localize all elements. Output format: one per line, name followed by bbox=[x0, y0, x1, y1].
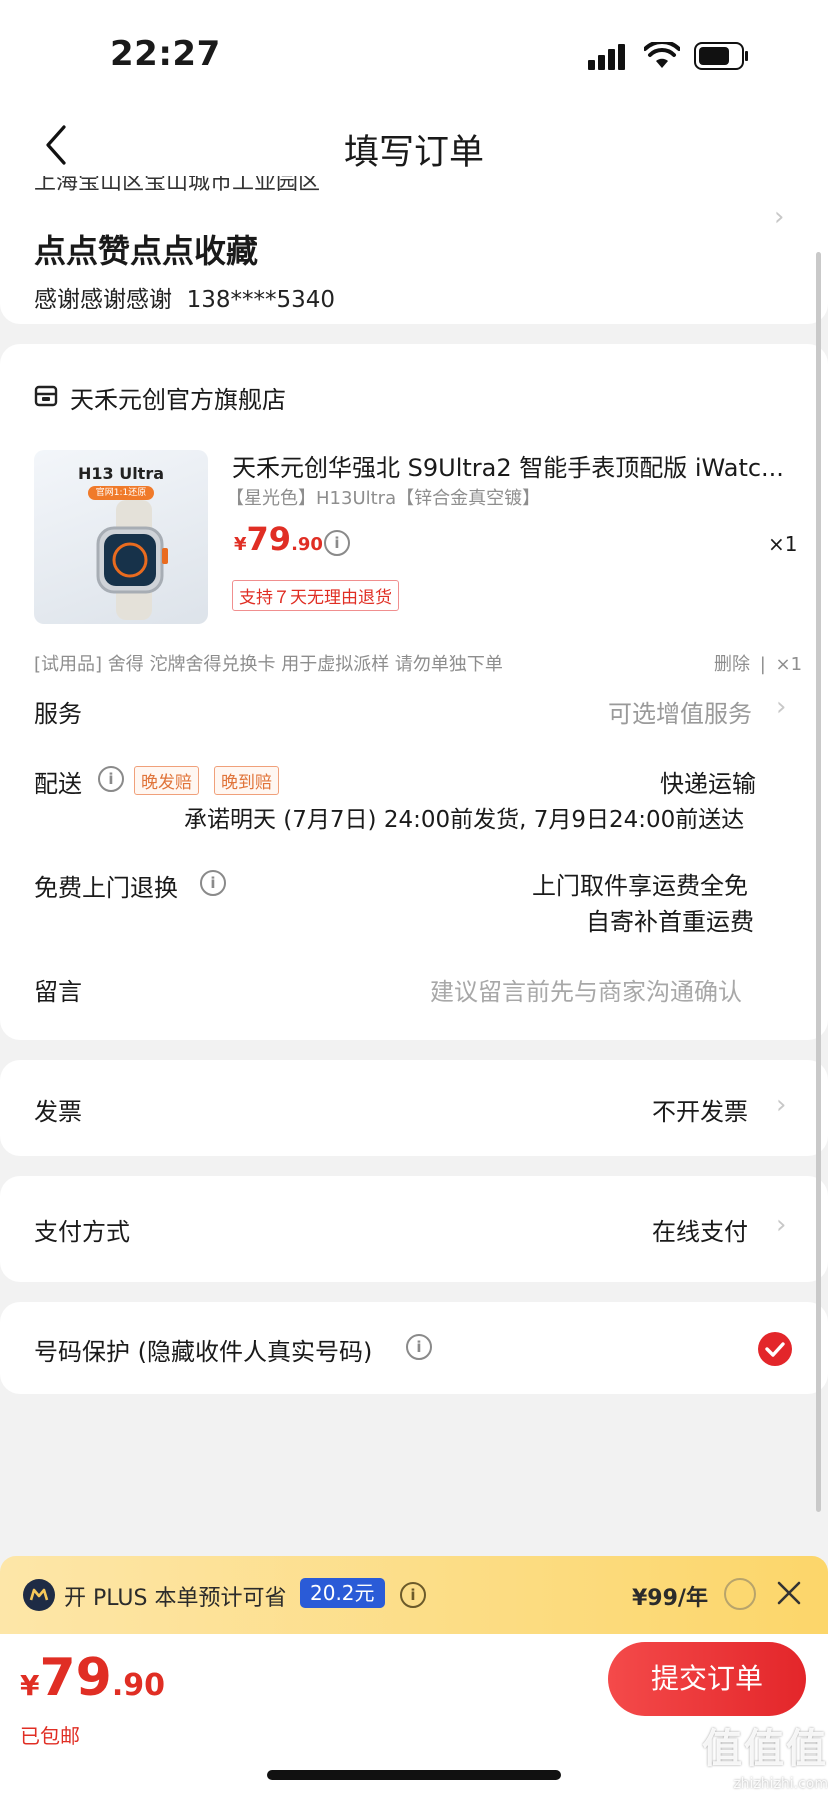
shipping-note: 已包邮 bbox=[20, 1724, 80, 1748]
invoice-label: 发票 bbox=[34, 1098, 82, 1126]
battery-icon bbox=[694, 42, 748, 70]
message-label: 留言 bbox=[34, 978, 82, 1006]
delivery-label: 配送 bbox=[34, 770, 82, 798]
address-name: 点点赞点点收藏 bbox=[34, 232, 259, 270]
chevron-right-icon: › bbox=[776, 692, 787, 722]
home-indicator bbox=[267, 1770, 561, 1780]
chevron-right-icon: › bbox=[776, 1210, 787, 1240]
payment-label: 支付方式 bbox=[34, 1218, 130, 1246]
plus-save-badge: 20.2元 bbox=[300, 1578, 385, 1608]
info-icon[interactable]: i bbox=[400, 1582, 426, 1608]
trial-actions: 删除 | ×1 bbox=[714, 654, 803, 675]
plus-price: ¥99/年 bbox=[632, 1586, 708, 1611]
info-icon[interactable]: i bbox=[406, 1334, 432, 1360]
service-label: 服务 bbox=[34, 700, 82, 728]
info-icon[interactable]: i bbox=[324, 530, 350, 556]
check-icon bbox=[765, 1342, 785, 1357]
free-return-line2: 自寄补首重运费 bbox=[586, 908, 754, 936]
plus-radio[interactable] bbox=[724, 1578, 756, 1610]
plus-promo-bar[interactable]: 开 PLUS 本单预计可省 20.2元 i ¥99/年 bbox=[0, 1556, 828, 1634]
address-contact: 感谢感谢感谢 138****5340 bbox=[34, 287, 336, 313]
total-price: ¥79.90 bbox=[20, 1648, 166, 1708]
message-input[interactable]: 建议留言前先与商家沟通确认 bbox=[430, 972, 742, 1007]
invoice-value: 不开发票 bbox=[652, 1098, 748, 1126]
payment-value: 在线支付 bbox=[652, 1218, 748, 1246]
free-return-label: 免费上门退换 bbox=[34, 874, 178, 902]
store-name[interactable]: 天禾元创官方旗舰店 bbox=[70, 380, 286, 415]
plus-crown-icon bbox=[23, 1579, 55, 1611]
status-time: 22:27 bbox=[110, 34, 221, 74]
chevron-right-icon: › bbox=[774, 202, 785, 232]
payment-row[interactable]: 支付方式 在线支付 › bbox=[0, 1176, 828, 1282]
address-card[interactable]: 上海宝山区宝山城市工业园区 点点赞点点收藏 感谢感谢感谢 138****5340… bbox=[0, 176, 828, 324]
privacy-checkbox[interactable] bbox=[758, 1332, 792, 1366]
return-policy-badge: 支持７天无理由退货 bbox=[232, 580, 399, 611]
product-image[interactable]: H13 Ultra 官网1:1还原 bbox=[34, 450, 208, 624]
delete-link[interactable]: 删除 bbox=[714, 654, 750, 675]
chevron-right-icon: › bbox=[776, 1090, 787, 1120]
plus-text: 开 PLUS 本单预计可省 bbox=[64, 1586, 287, 1611]
delivery-promise: 承诺明天 (7月7日) 24:00前发货, 7月9日24:00前送达 bbox=[184, 807, 745, 833]
late-ship-badge: 晚发赔 bbox=[134, 766, 199, 795]
close-icon[interactable] bbox=[776, 1580, 802, 1606]
product-qty: ×1 bbox=[768, 532, 798, 556]
privacy-label: 号码保护 (隐藏收件人真实号码) bbox=[34, 1338, 373, 1366]
delivery-method: 快递运输 bbox=[660, 770, 756, 798]
order-card: 天禾元创官方旗舰店 H13 Ultra 官网1:1还原 天禾元创华强北 S9Ul… bbox=[0, 344, 828, 1040]
free-return-line1: 上门取件享运费全免 bbox=[532, 872, 748, 900]
info-icon[interactable]: i bbox=[200, 870, 226, 896]
scrollbar[interactable] bbox=[816, 252, 821, 1512]
submit-order-button[interactable]: 提交订单 bbox=[608, 1642, 806, 1716]
address-line: 上海宝山区宝山城市工业园区 bbox=[34, 176, 321, 195]
signal-icon bbox=[588, 44, 628, 70]
watermark: 值值值 zhizhizhi.com bbox=[702, 1726, 828, 1792]
privacy-row: 号码保护 (隐藏收件人真实号码) i bbox=[0, 1302, 828, 1394]
watch-image bbox=[96, 500, 168, 620]
info-icon[interactable]: i bbox=[98, 766, 124, 792]
late-arrive-badge: 晚到赔 bbox=[214, 766, 279, 795]
top-bar: 22:27 填写订单 bbox=[0, 0, 828, 176]
service-value[interactable]: 可选增值服务 bbox=[608, 694, 752, 729]
store-icon bbox=[34, 385, 58, 407]
invoice-row[interactable]: 发票 不开发票 › bbox=[0, 1060, 828, 1156]
product-title[interactable]: 天禾元创华强北 S9Ultra2 智能手表顶配版 iWatc... bbox=[232, 448, 792, 483]
wifi-icon bbox=[644, 42, 680, 68]
trial-item: [试用品] 舍得 沱牌舍得兑换卡 用于虚拟派样 请勿单独下单 bbox=[34, 654, 503, 675]
page-title: 填写订单 bbox=[343, 133, 484, 173]
product-spec: 【星光色】H13Ultra【锌合金真空镀】 bbox=[226, 488, 541, 509]
product-price: ¥79.90 bbox=[234, 520, 323, 558]
